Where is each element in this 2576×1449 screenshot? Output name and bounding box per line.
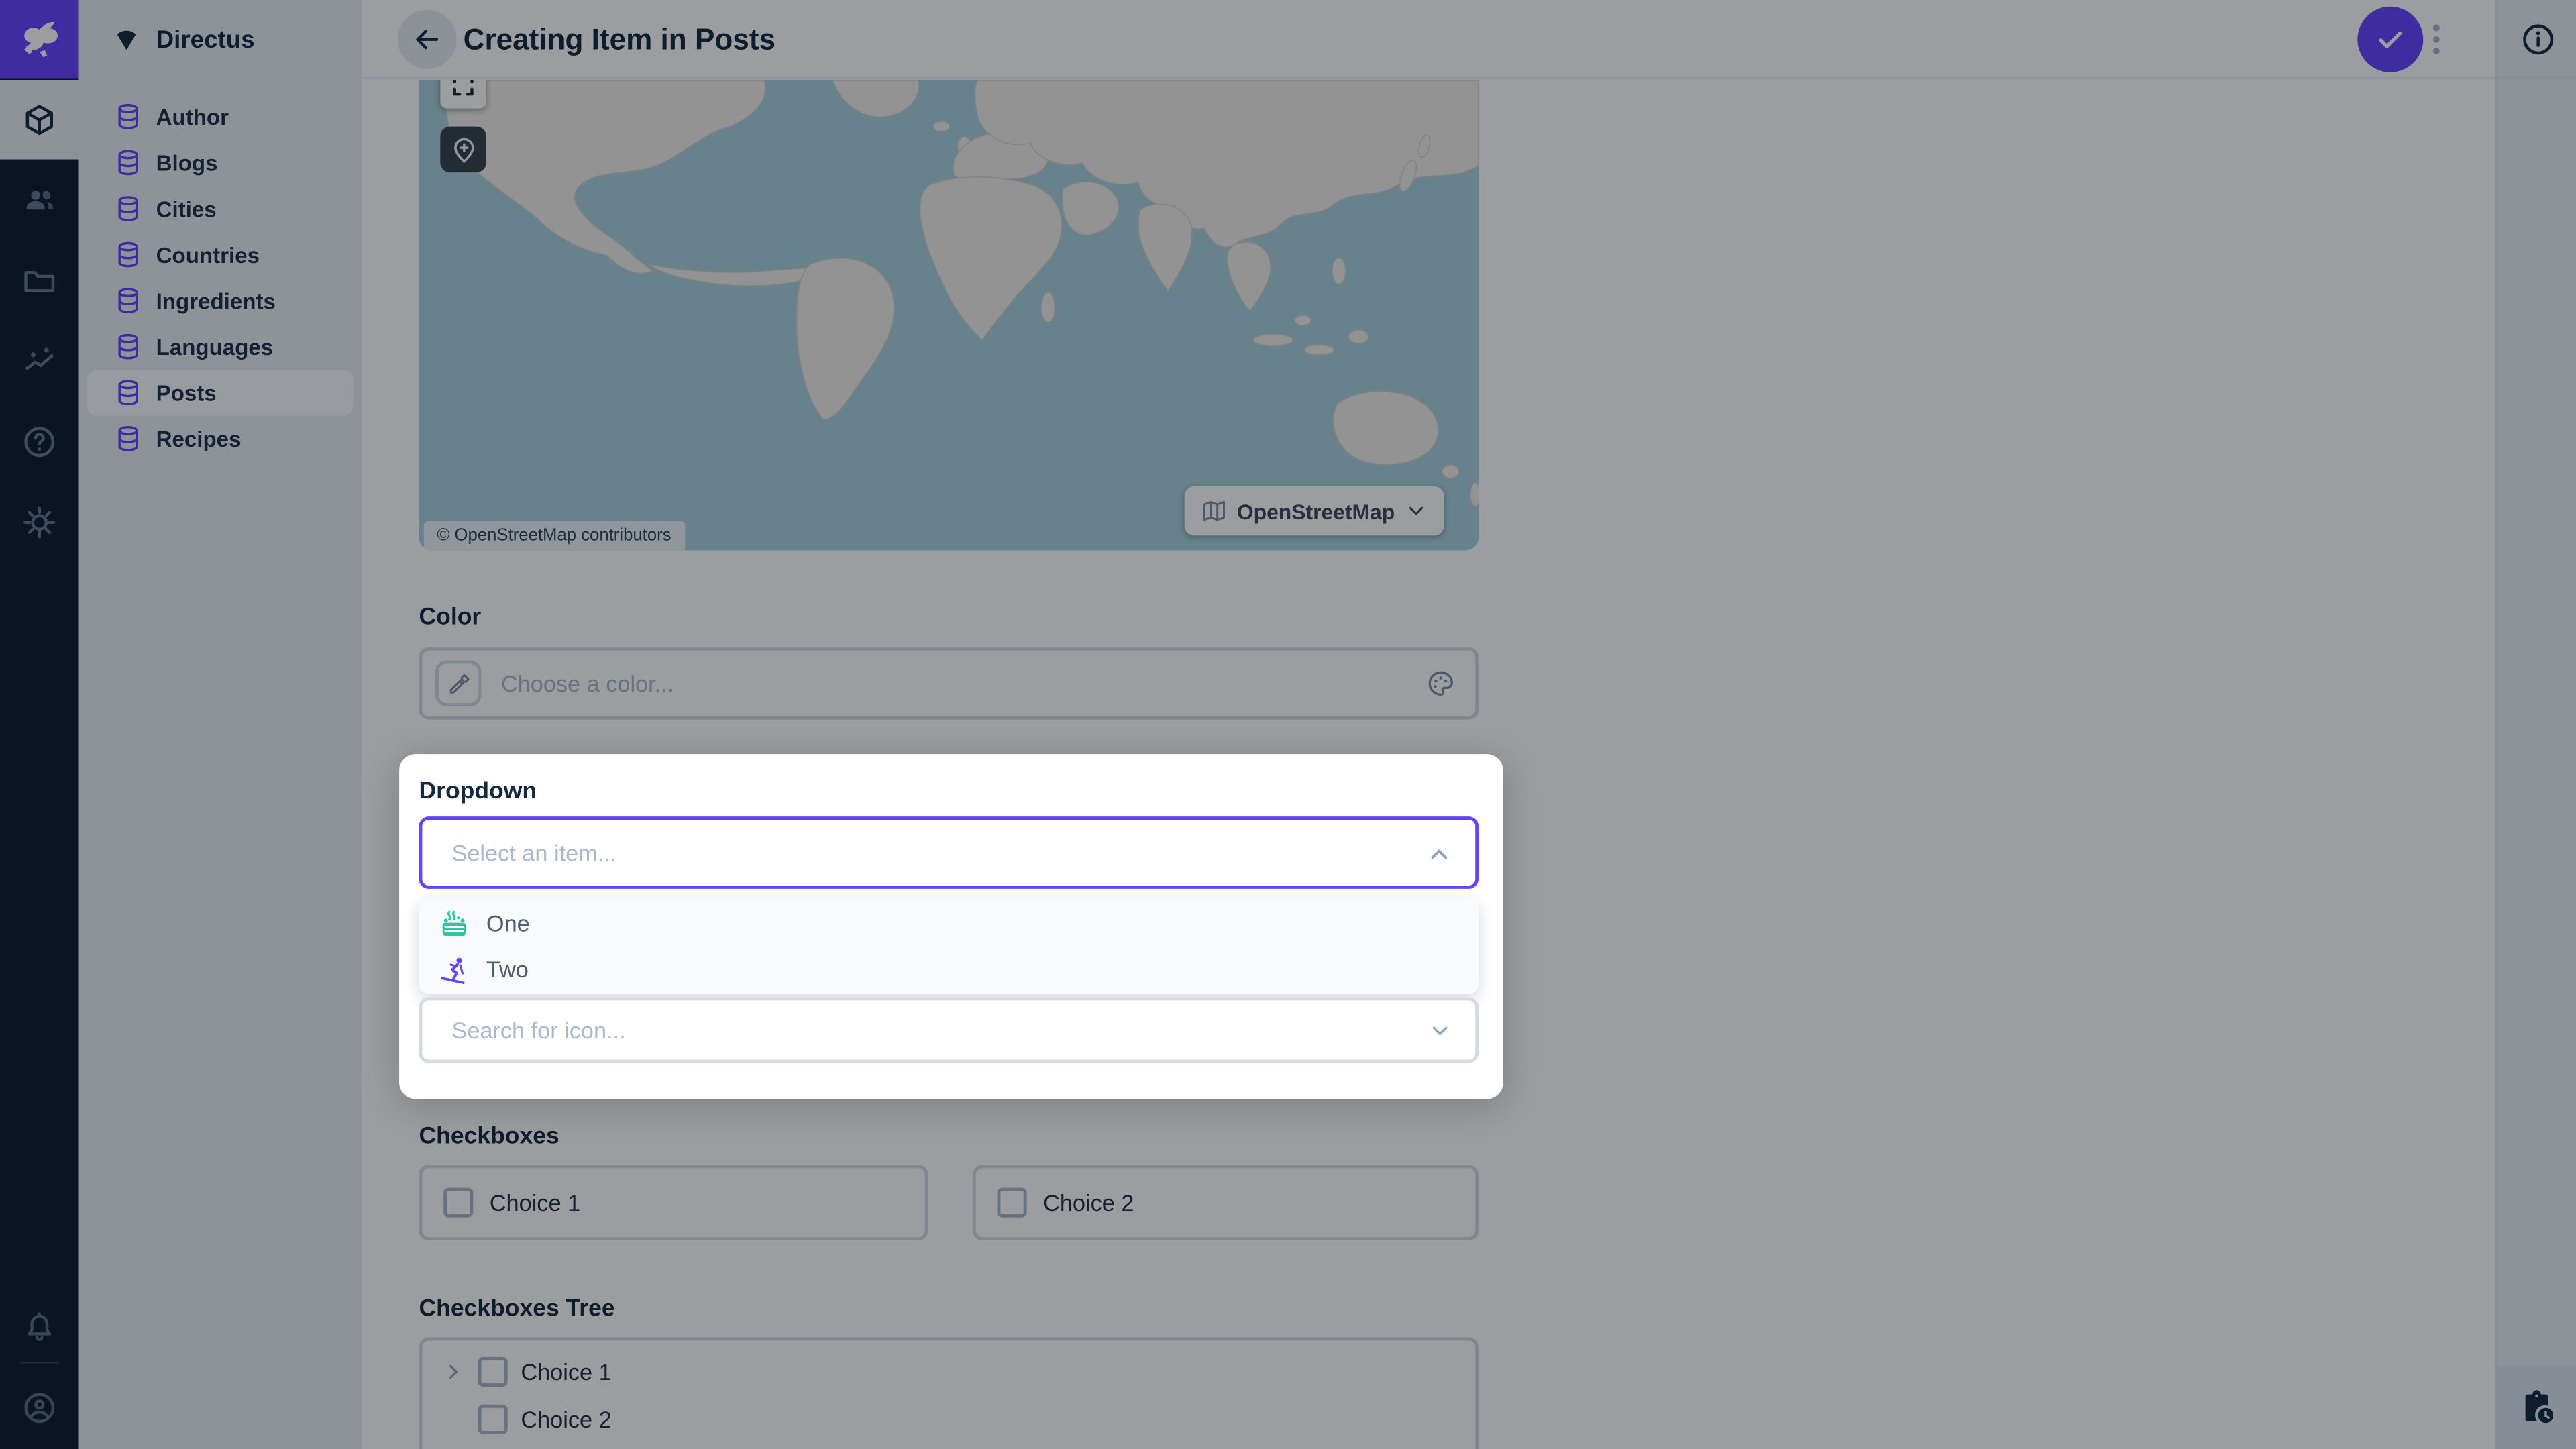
hot-tub-icon — [439, 908, 470, 939]
dropdown-option-label: Two — [486, 956, 529, 982]
icon-search-input[interactable]: Search for icon... — [419, 998, 1479, 1063]
downhill-skiing-icon — [439, 954, 470, 985]
icon-search-placeholder: Search for icon... — [451, 1000, 625, 1059]
dropdown-placeholder: Select an item... — [451, 820, 616, 885]
dropdown-select[interactable]: Select an item... — [419, 816, 1479, 889]
menu-overlay[interactable] — [0, 0, 2576, 1449]
directus-app: © OpenStreetMap contributors OpenStreetM… — [0, 0, 2576, 1449]
dropdown-option-one[interactable]: One — [419, 900, 1479, 947]
dropdown-option-two[interactable]: Two — [419, 947, 1479, 993]
dropdown-option-label: One — [486, 910, 530, 936]
dropdown-spotlight: Dropdown Select an item... — [399, 754, 1503, 1099]
chevron-up-icon — [1426, 841, 1452, 867]
dropdown-menu: One Two — [419, 899, 1479, 994]
dropdown-field-label: Dropdown — [419, 779, 537, 805]
chevron-down-icon — [1428, 1018, 1452, 1043]
